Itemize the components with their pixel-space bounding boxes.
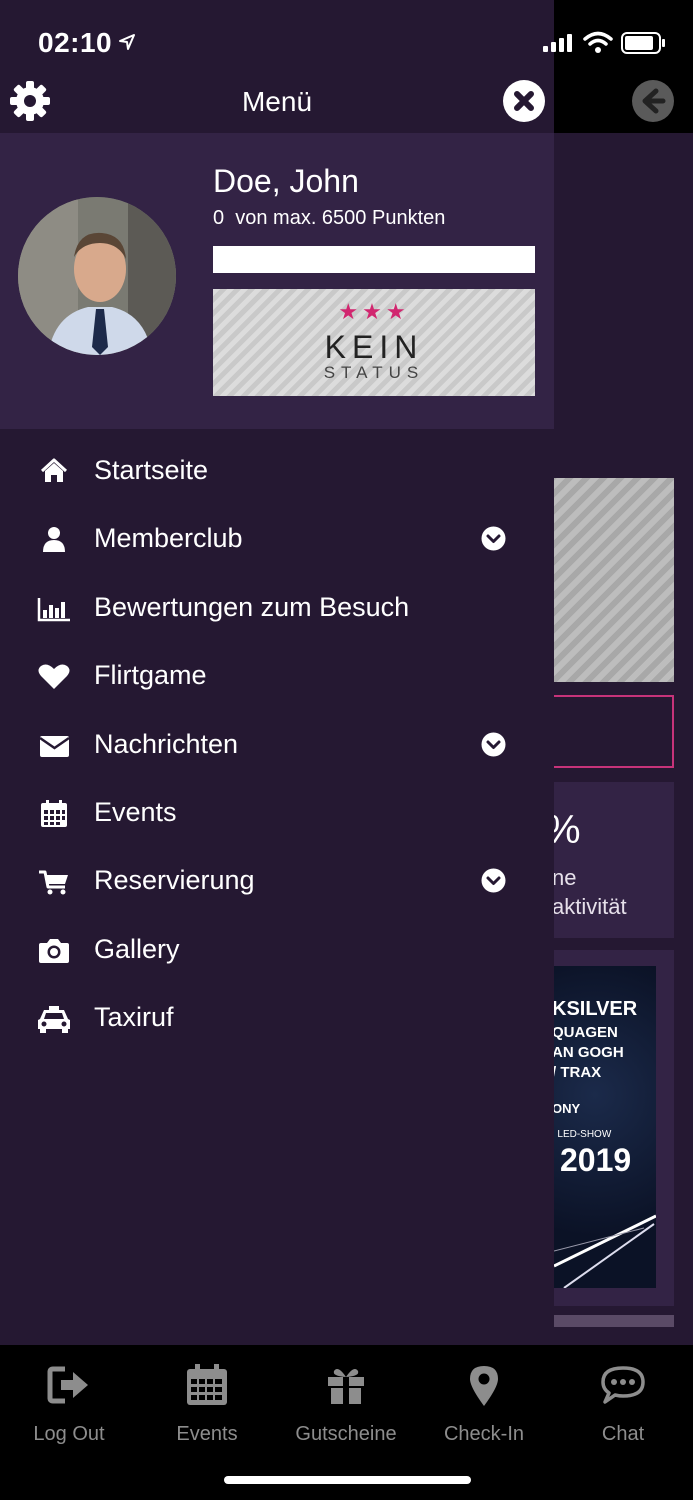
status-stars: ★★★ (338, 299, 410, 324)
menu-item-label: Memberclub (94, 523, 243, 554)
background-text-line: aktivität (552, 894, 627, 919)
chevron-down-icon[interactable] (481, 732, 506, 757)
tab-events[interactable]: Events (138, 1345, 276, 1455)
tab-label: Chat (601, 1423, 645, 1445)
location-arrow-icon (119, 34, 135, 50)
tab-label: Events (176, 1423, 238, 1445)
chat-icon (601, 1366, 645, 1404)
user-icon (43, 527, 65, 553)
cellular-signal-icon (543, 34, 572, 52)
menu-item-label: Startseite (94, 455, 209, 485)
user-name: Doe, John (213, 163, 359, 199)
menu-item-gallery[interactable]: Gallery (0, 916, 554, 984)
avatar[interactable] (18, 197, 176, 355)
tab-label: Gutscheine (295, 1423, 397, 1445)
heart-icon (38, 664, 70, 690)
profile-section: Doe, John 0 von max. 6500 Punkten ★★★ KE… (0, 133, 554, 429)
map-pin-icon (470, 1366, 498, 1406)
back-arrow-icon[interactable] (632, 80, 674, 122)
battery-icon (621, 32, 665, 54)
chevron-down-icon[interactable] (481, 868, 506, 893)
background-text-line: ne (552, 865, 577, 890)
status-time: 02:10 (38, 27, 113, 58)
menu-item-label: Events (94, 796, 177, 827)
menu-item-taxiruf[interactable]: Taxiruf (0, 984, 554, 1052)
status-bar: 02:10 (0, 0, 693, 80)
tab-log-out[interactable]: Log Out (0, 1345, 138, 1455)
menu-item-label: Nachrichten (94, 728, 239, 759)
camera-icon (39, 938, 69, 963)
side-menu-drawer: Menü Doe, John 0 von max. 6500 Punkten ★… (0, 0, 554, 1345)
status-label-text: STATUS (323, 363, 425, 382)
envelope-icon (39, 735, 70, 757)
status-badge: ★★★ KEIN STATUS (213, 289, 535, 396)
menu-item-bewertungen[interactable]: Bewertungen zum Besuch (0, 574, 554, 642)
background-divider (540, 1315, 674, 1327)
menu-item-flirtgame[interactable]: Flirtgame (0, 642, 554, 710)
tab-gutscheine[interactable]: Gutscheine (277, 1345, 415, 1455)
calendar-icon (187, 1364, 227, 1405)
menu-item-label: Gallery (94, 933, 180, 964)
background-card-image (540, 478, 674, 682)
status-level-text: KEIN (324, 329, 424, 365)
menu-list: Startseite Memberclub Bewertungen zum Be… (0, 437, 554, 1053)
close-icon[interactable] (503, 80, 545, 122)
tab-chat[interactable]: Chat (554, 1345, 692, 1455)
menu-item-events[interactable]: Events (0, 779, 554, 847)
wifi-icon (583, 31, 613, 53)
tab-label: Check-In (443, 1423, 525, 1445)
drawer-title: Menü (241, 86, 313, 117)
tab-check-in[interactable]: Check-In (415, 1345, 553, 1455)
calendar-icon (41, 799, 67, 827)
home-icon (40, 458, 68, 482)
bar-chart-icon (37, 597, 70, 622)
menu-item-label: Flirtgame (94, 660, 207, 691)
menu-item-label: Bewertungen zum Besuch (94, 591, 410, 622)
menu-item-label: Taxiruf (94, 1002, 174, 1033)
chevron-down-icon[interactable] (481, 526, 506, 551)
menu-item-nachrichten[interactable]: Nachrichten (0, 711, 554, 779)
tab-label: Log Out (33, 1423, 105, 1445)
cart-icon (39, 870, 68, 895)
background-event-poster: KSILVER QUAGEN AN GOGH / TRAX ONY | LED-… (540, 950, 674, 1306)
taxi-icon (38, 1006, 70, 1034)
points-progress-bar (213, 246, 535, 273)
poster-light-beams (554, 1214, 656, 1288)
menu-item-label: Reservierung (94, 865, 255, 896)
menu-item-startseite[interactable]: Startseite (0, 437, 554, 505)
background-card-outlined (540, 695, 674, 768)
menu-item-memberclub[interactable]: Memberclub (0, 505, 554, 573)
user-points: 0 von max. 6500 Punkten (213, 207, 446, 229)
logout-icon (47, 1366, 88, 1404)
home-indicator[interactable] (224, 1476, 471, 1484)
gift-icon (328, 1369, 364, 1404)
menu-item-reservierung[interactable]: Reservierung (0, 847, 554, 915)
event-poster-image: KSILVER QUAGEN AN GOGH / TRAX ONY | LED-… (554, 966, 656, 1288)
